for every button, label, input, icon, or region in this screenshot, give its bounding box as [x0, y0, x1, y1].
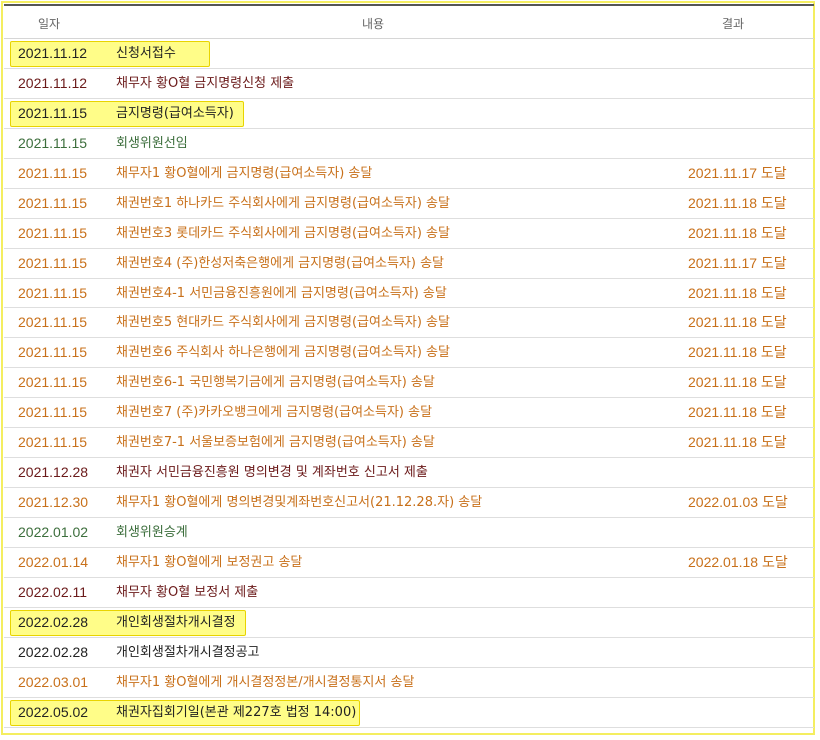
table-row: 2021.11.15 회생위원선임 [4, 129, 814, 159]
cell-result: 2022.01.18 도달 [688, 553, 788, 570]
cell-result: 2021.11.18 도달 [688, 224, 787, 241]
table-row: 2021.12.30 채무자1 황O혈에게 명의변경및계좌번호신고서(21.12.… [4, 488, 814, 518]
table-row: 2021.11.15 채권번호1 하나카드 주식회사에게 금지명령(급여소득자) … [4, 189, 814, 219]
table-row: 2021.11.15 채권번호7 (주)카카오뱅크에게 금지명령(급여소득자) 송… [4, 398, 814, 429]
cell-content: 채무자1 황O혈에게 명의변경및계좌번호신고서(21.12.28.자) 송달 [116, 495, 483, 511]
cell-content: 채권번호6-1 국민행복기금에게 금지명령(급여소득자) 송달 [116, 375, 435, 391]
table-row: 2022.05.02 채권자집회기일(본관 제227호 법정 14:00) [4, 698, 814, 728]
table-row: 2021.11.15 채권번호5 현대카드 주식회사에게 금지명령(급여소득자) … [4, 308, 814, 339]
cell-date: 2021.11.15 [18, 254, 88, 271]
table-row: 2021.11.15 채무자1 황O혈에게 금지명령(급여소득자) 송달 2021.… [4, 159, 814, 189]
cell-content: 채무자1 황O혈에게 보정권고 송달 [116, 554, 303, 570]
table-row: 2021.11.15 채권번호6 주식회사 하나은행에게 금지명령(급여소득자) … [4, 338, 814, 369]
table-row: 2022.01.02 회생위원승계 [4, 518, 814, 548]
cell-date: 2021.11.15 [18, 224, 88, 241]
cell-date: 2021.11.15 [18, 194, 88, 211]
table-row: 2021.11.15 채권번호4 (주)한성저축은행에게 금지명령(급여소득자) … [4, 249, 814, 279]
table-row: 2022.01.14 채무자1 황O혈에게 보정권고 송달 2022.01.18 도… [4, 548, 814, 578]
cell-content: 채권번호4-1 서민금융진흥원에게 금지명령(급여소득자) 송달 [116, 285, 447, 301]
cell-date: 2022.01.14 [18, 553, 89, 570]
cell-content: 금지명령(급여소득자) [116, 105, 234, 121]
cell-content: 채권번호5 현대카드 주식회사에게 금지명령(급여소득자) 송달 [116, 315, 450, 331]
cell-date: 2022.02.28 [18, 643, 89, 660]
cell-date: 2021.11.15 [18, 284, 88, 301]
cell-date: 2021.11.15 [18, 434, 88, 451]
cell-content: 채권자 서민금융진흥원 명의변경 및 계좌번호 신고서 제출 [116, 465, 428, 481]
cell-content: 채권번호4 (주)한성저축은행에게 금지명령(급여소득자) 송달 [116, 255, 444, 271]
cell-result: 2021.11.18 도달 [688, 404, 787, 421]
cell-content: 채권번호1 하나카드 주식회사에게 금지명령(급여소득자) 송달 [116, 195, 450, 211]
cell-date: 2022.05.02 [18, 703, 89, 720]
cell-content: 채권번호7 (주)카카오뱅크에게 금지명령(급여소득자) 송달 [116, 405, 433, 421]
cell-date: 2022.03.01 [18, 673, 89, 690]
table-row: 2022.02.28 개인회생절차개시결정공고 [4, 638, 814, 668]
cell-date: 2021.12.28 [18, 464, 89, 481]
cell-date: 2021.11.15 [18, 344, 88, 361]
table-row: 2021.11.15 금지명령(급여소득자) [4, 99, 814, 129]
cell-result: 2022.01.03 도달 [688, 494, 788, 511]
cell-result: 2021.11.18 도달 [688, 434, 787, 451]
cell-date: 2022.02.11 [18, 583, 88, 600]
cell-result: 2021.11.18 도달 [688, 374, 787, 391]
cell-date: 2021.12.30 [18, 494, 89, 511]
table-body: 2021.11.12 신청서접수 2021.11.12 채무자 황O혈 금지명령신청 … [4, 39, 814, 728]
cell-content: 신청서접수 [116, 46, 176, 61]
cell-result: 2021.11.17 도달 [688, 254, 787, 271]
cell-date: 2021.11.15 [18, 104, 88, 121]
cell-date: 2021.11.15 [18, 164, 88, 181]
table-row: 2022.03.01 채무자1 황O혈에게 개시결정정본/개시결정통지서 송달 [4, 668, 814, 698]
cell-result: 2021.11.17 도달 [688, 164, 787, 181]
cell-date: 2021.11.12 [18, 74, 88, 91]
cell-date: 2021.11.15 [18, 374, 88, 391]
cell-result: 2021.11.18 도달 [688, 314, 787, 331]
cell-content: 채권번호3 롯데카드 주식회사에게 금지명령(급여소득자) 송달 [116, 225, 450, 241]
cell-content: 회생위원승계 [116, 525, 188, 540]
table-header: 일자 내용 결과 [4, 4, 814, 39]
table-row: 2021.11.15 채권번호7-1 서울보증보험에게 금지명령(급여소득자) 송… [4, 428, 814, 459]
cell-content: 채무자 황O혈 금지명령신청 제출 [116, 75, 295, 91]
cell-content: 채무자1 황O혈에게 개시결정정본/개시결정통지서 송달 [116, 674, 415, 690]
cell-content: 개인회생절차개시결정공고 [116, 644, 260, 660]
header-result: 결과 [722, 17, 745, 31]
cell-content: 채권번호6 주식회사 하나은행에게 금지명령(급여소득자) 송달 [116, 345, 450, 361]
cell-result: 2021.11.18 도달 [688, 194, 787, 211]
cell-content: 채권번호7-1 서울보증보험에게 금지명령(급여소득자) 송달 [116, 435, 435, 451]
cell-content: 개인회생절차개시결정 [116, 614, 236, 630]
cell-date: 2021.11.15 [18, 134, 88, 151]
cell-date: 2021.11.15 [18, 314, 88, 331]
table-row: 2022.02.28 개인회생절차개시결정 [4, 608, 814, 638]
cell-date: 2021.11.12 [18, 45, 88, 61]
cell-content: 채무자 황O혈 보정서 제출 [116, 584, 259, 600]
table-row: 2021.11.15 채권번호3 롯데카드 주식회사에게 금지명령(급여소득자) … [4, 219, 814, 249]
cell-date: 2022.01.02 [18, 524, 89, 540]
table-row: 2021.11.12 신청서접수 [4, 39, 814, 69]
cell-content: 회생위원선임 [116, 135, 188, 151]
case-progress-table: 일자 내용 결과 2021.11.12 신청서접수 2021.11.12 채무자 황O… [4, 4, 814, 728]
table-row: 2021.11.15 채권번호6-1 국민행복기금에게 금지명령(급여소득자) 송… [4, 368, 814, 399]
cell-content: 채무자1 황O혈에게 금지명령(급여소득자) 송달 [116, 165, 373, 181]
cell-date: 2022.02.28 [18, 613, 89, 630]
table-row: 2021.11.12 채무자 황O혈 금지명령신청 제출 [4, 69, 814, 99]
cell-content: 채권자집회기일(본관 제227호 법정 14:00) [116, 704, 357, 720]
header-content: 내용 [362, 17, 385, 31]
cell-date: 2021.11.15 [18, 404, 88, 421]
table-row: 2021.11.15 채권번호4-1 서민금융진흥원에게 금지명령(급여소득자) … [4, 279, 814, 309]
cell-result: 2021.11.18 도달 [688, 344, 787, 361]
header-date: 일자 [38, 17, 61, 31]
table-row: 2021.12.28 채권자 서민금융진흥원 명의변경 및 계좌번호 신고서 제출 [4, 458, 814, 489]
table-row: 2022.02.11 채무자 황O혈 보정서 제출 [4, 578, 814, 608]
cell-result: 2021.11.18 도달 [688, 284, 787, 301]
